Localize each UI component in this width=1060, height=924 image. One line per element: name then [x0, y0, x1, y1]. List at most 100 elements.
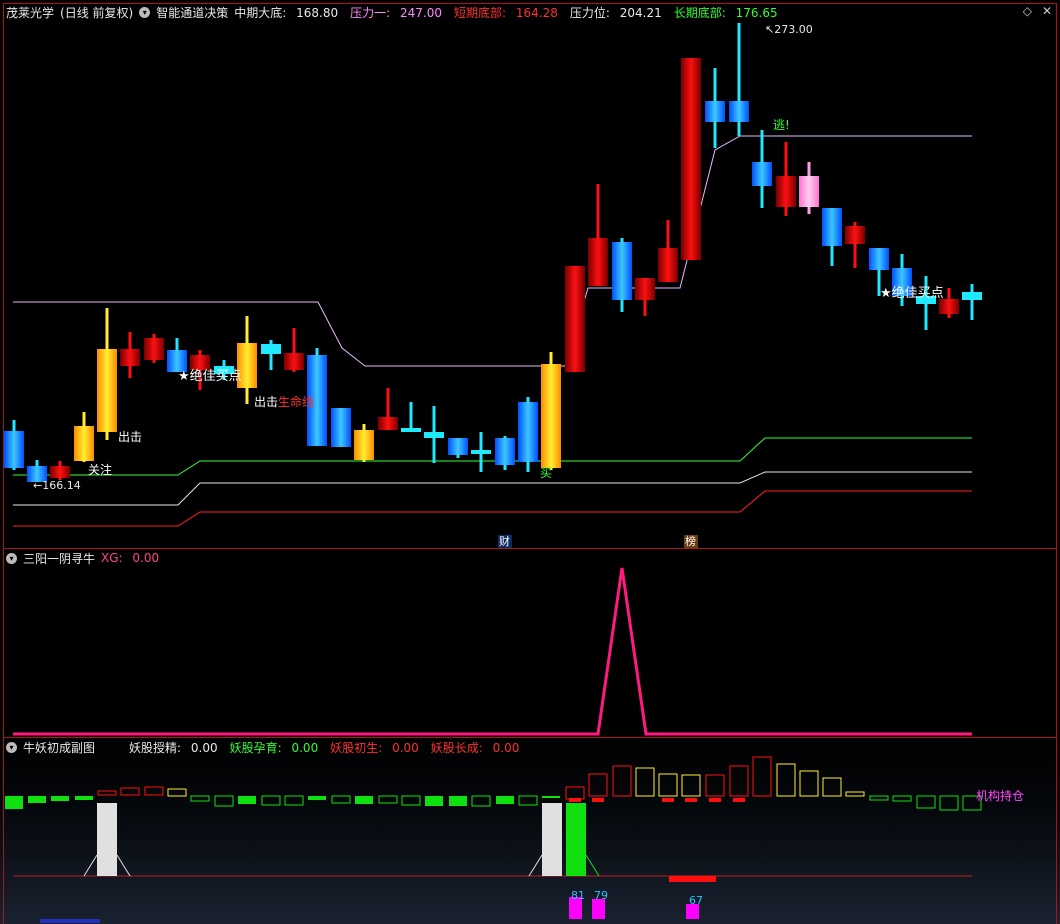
candle-body[interactable] [471, 450, 491, 454]
candle-body[interactable] [284, 353, 304, 370]
candle-body[interactable] [97, 349, 117, 432]
candle-body[interactable] [869, 248, 889, 270]
candle-body[interactable] [635, 278, 655, 300]
sub2-bar [449, 796, 467, 806]
sub-chart-2-panel[interactable]: ▾ 牛妖初成副图 妖股授精: 0.00 妖股孕育: 0.00 妖股初生: 0.0… [0, 737, 1060, 924]
candle-body[interactable] [845, 226, 865, 244]
signal-shengming: 生命线 [278, 394, 314, 409]
sub2-red-mark [733, 798, 745, 802]
candle-body[interactable] [799, 176, 819, 207]
sub2-bar [681, 774, 701, 797]
sub2-bars [5, 756, 982, 811]
sub2-bar [144, 786, 164, 796]
sub-chart-1-svg [13, 567, 972, 736]
sub2-scrollbar[interactable] [40, 919, 100, 923]
sub2-bar [729, 765, 749, 797]
candle-body[interactable] [588, 238, 608, 286]
sub2-bar [939, 795, 959, 811]
sub2-bar [565, 786, 585, 800]
sub2-bar [167, 788, 187, 797]
sub2-bar [308, 796, 326, 800]
signal-tao: 逃! [773, 118, 790, 132]
candle-body[interactable] [729, 101, 749, 122]
sub2-bar [892, 795, 912, 802]
sub2-red-mark [592, 798, 604, 802]
sub2-red-mark [569, 798, 581, 802]
candle-body[interactable] [74, 426, 94, 461]
sub2-side-label: 机构持仓 [976, 788, 1024, 803]
candle-body[interactable] [401, 428, 421, 432]
sub2-grey-leg-1 [83, 854, 98, 877]
candle-body[interactable] [424, 432, 444, 438]
main-chart-panel[interactable]: 茂莱光学 (日线 前复权) ▾ 智能通道决策 中期大底: 168.80 压力一:… [0, 0, 1060, 548]
candle-body[interactable] [822, 208, 842, 246]
xg-line [13, 567, 972, 736]
cai-marker[interactable]: 财 [499, 534, 510, 548]
sub-chart-2-svg: 81 79 67 机构持仓 [5, 756, 1024, 923]
sub2-green-leg [585, 854, 600, 877]
sub2-bar [261, 795, 281, 806]
sub2-bar [425, 796, 443, 806]
sub2-bar [331, 795, 351, 804]
sub2-bar [75, 796, 93, 800]
sub2-bar [401, 795, 421, 806]
candles [4, 23, 982, 482]
signal-guanzhu: 关注 [88, 462, 112, 477]
candle-body[interactable] [752, 162, 772, 186]
candle-body[interactable] [962, 292, 982, 300]
sub2-green-column [566, 803, 586, 876]
sub2-red-mark [662, 798, 674, 802]
signal-chuji: 出击 [118, 430, 142, 444]
candle-body[interactable] [495, 438, 515, 465]
sub2-bar [705, 774, 725, 797]
sub2-value-1: 81 [571, 889, 585, 902]
sub2-red-mark [709, 798, 721, 802]
candle-body[interactable] [541, 364, 561, 468]
sub2-bar [97, 790, 117, 796]
mid-bottom-line [13, 471, 972, 506]
bang-marker[interactable]: 榜 [685, 534, 696, 548]
candle-body[interactable] [565, 266, 585, 372]
candle-body[interactable] [144, 338, 164, 360]
candle-body[interactable] [518, 402, 538, 462]
candle-body[interactable] [939, 299, 959, 314]
candle-body[interactable] [681, 58, 701, 260]
sub2-bar [284, 795, 304, 806]
sub2-grey-leg-3 [528, 854, 543, 877]
candle-body[interactable] [612, 242, 632, 300]
candle-body[interactable] [4, 431, 24, 468]
candle-body[interactable] [354, 430, 374, 460]
candle-body[interactable] [331, 408, 351, 447]
candle-body[interactable] [50, 466, 70, 478]
sub2-bar [635, 767, 655, 797]
sub2-bar [542, 796, 560, 798]
candle-body[interactable] [658, 248, 678, 282]
sub2-bar [799, 770, 819, 797]
candle-body[interactable] [448, 438, 468, 455]
sub2-bar [518, 795, 538, 806]
sub-chart-1-panel[interactable]: ▾ 三阳一阴寻牛 XG: 0.00 [0, 548, 1060, 737]
sub2-value-2: 79 [594, 889, 608, 902]
sub2-magenta-bar-2 [592, 899, 605, 919]
sub2-bar [5, 796, 23, 809]
short-bottom-line [13, 490, 972, 527]
sub2-red-bar [669, 876, 716, 882]
candle-body[interactable] [705, 101, 725, 122]
candle-body[interactable] [190, 355, 210, 370]
sub2-bar [214, 795, 234, 807]
pressure-line [13, 135, 972, 367]
sub2-bar [752, 756, 772, 797]
candle-body[interactable] [776, 176, 796, 207]
main-chart-svg: ↖273.00 ←166.14 出击 关注 ★绝佳买点 生命线 出击 买 逃! … [4, 23, 982, 548]
sub2-bar [471, 795, 491, 807]
sub2-bar [822, 777, 842, 797]
signal-mai: 买 [540, 466, 552, 480]
sub2-value-3: 67 [689, 894, 703, 907]
candle-body[interactable] [378, 417, 398, 430]
candle-body[interactable] [261, 344, 281, 354]
sub2-bar [496, 796, 514, 804]
signal-juejia-1: ★绝佳买点 [178, 368, 242, 384]
sub2-grey-column-2 [542, 803, 562, 876]
sub2-bar [612, 765, 632, 797]
candle-body[interactable] [120, 349, 140, 366]
